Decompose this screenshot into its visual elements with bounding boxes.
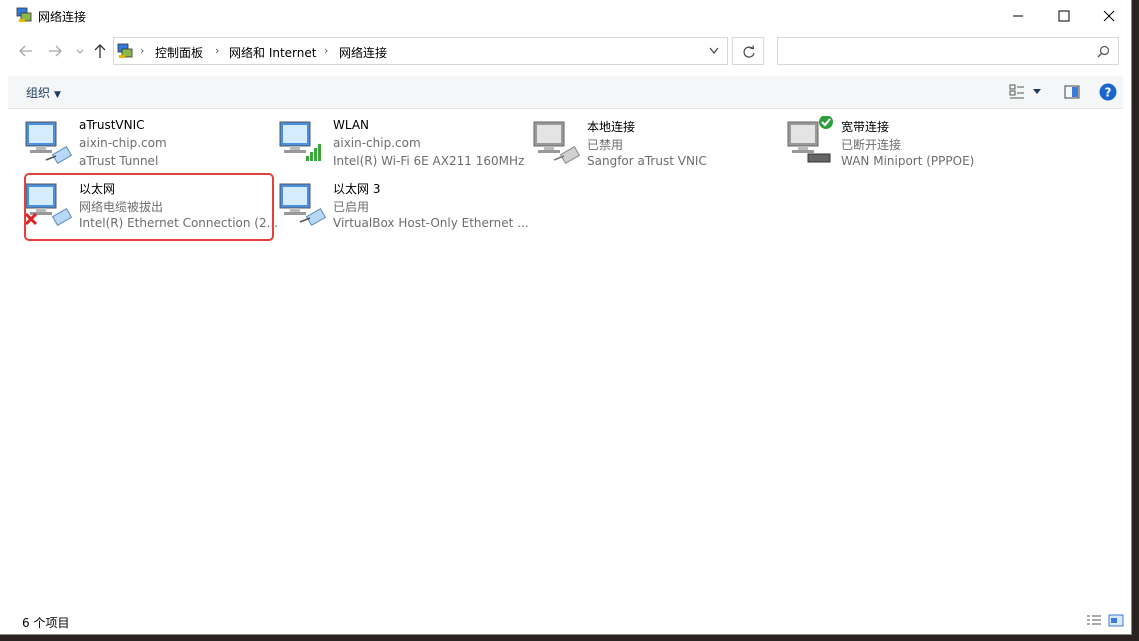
connection-item-wlan[interactable]: WLAN aixin-chip.com Intel(R) Wi-Fi 6E AX… (262, 108, 524, 168)
breadcrumb-separator[interactable]: › (324, 44, 328, 57)
item-count: 6 个项目 (22, 616, 70, 630)
connection-name: aTrustVNIC (79, 118, 145, 132)
arrow-right-icon (49, 45, 62, 57)
arrow-up-icon (94, 44, 106, 58)
network-adapter-icon (279, 183, 327, 226)
connection-name: 本地连接 (587, 120, 636, 134)
connection-device: Intel(R) Wi-Fi 6E AX211 160MHz (333, 154, 525, 168)
connection-status: aixin-chip.com (333, 136, 421, 150)
recent-locations-button[interactable] (75, 43, 87, 61)
wifi-adapter-icon (279, 121, 321, 161)
connection-device: aTrust Tunnel (79, 154, 159, 168)
refresh-button[interactable] (732, 37, 764, 65)
search-input[interactable] (784, 43, 1088, 59)
status-bar: 6 个项目 (0, 608, 1131, 634)
connection-status: 已断开连接 (841, 138, 902, 152)
connection-status: 已禁用 (587, 138, 624, 152)
network-adapter-icon (25, 121, 73, 164)
connection-device: WAN Miniport (PPPOE) (841, 154, 975, 168)
command-bar: 组织 ▼ ? (8, 76, 1123, 109)
address-bar[interactable]: › 控制面板 › 网络和 Internet › 网络连接 (113, 37, 728, 65)
maximize-button[interactable] (1041, 0, 1087, 31)
chevron-down-icon (76, 49, 84, 54)
connection-item-ethernet-3[interactable]: 以太网 3 已启用 VirtualBox Host-Only Ethernet … (262, 170, 529, 230)
view-options-dropdown-icon[interactable] (1032, 88, 1042, 96)
address-dropdown-icon[interactable] (708, 46, 720, 56)
close-button[interactable] (1086, 0, 1132, 31)
connection-item-atrustvnic[interactable]: aTrustVNIC aixin-chip.com aTrust Tunnel (8, 108, 260, 168)
connections-view: aTrustVNIC aixin-chip.com aTrust Tunnel … (8, 108, 1123, 608)
refresh-icon (743, 45, 755, 58)
connection-item-broadband[interactable]: 宽带连接 已断开连接 WAN Miniport (PPPOE) (770, 108, 1022, 168)
svg-text:?: ? (1105, 86, 1112, 100)
help-icon[interactable]: ? (1099, 83, 1117, 101)
connection-name: 以太网 3 (333, 182, 381, 196)
title-bar[interactable]: 网络连接 (0, 0, 1131, 31)
connection-item-local[interactable]: 本地连接 已禁用 Sangfor aTrust VNIC (516, 108, 768, 168)
organize-menu[interactable]: 组织 ▼ (26, 84, 61, 101)
change-view-icon[interactable] (1009, 84, 1025, 100)
explorer-window: 网络连接 › 控制面板 › 网络和 Internet › 网络连接 组织 ▼ ?… (0, 0, 1132, 635)
maximize-icon (1058, 10, 1070, 22)
connection-name: WLAN (333, 118, 370, 132)
navigation-bar: › 控制面板 › 网络和 Internet › 网络连接 (0, 35, 1131, 69)
breadcrumb-network-connections[interactable]: 网络连接 (339, 44, 387, 61)
connection-device: VirtualBox Host-Only Ethernet ... (333, 216, 529, 230)
connection-status: aixin-chip.com (79, 136, 167, 150)
connection-device: Sangfor aTrust VNIC (587, 154, 707, 168)
connection-status: 已启用 (333, 200, 370, 214)
forward-button[interactable] (47, 43, 67, 61)
search-icon (1097, 45, 1110, 58)
disabled-adapter-icon (533, 121, 581, 164)
caret-down-icon: ▼ (54, 90, 61, 100)
organize-label: 组织 (26, 86, 51, 100)
minimize-icon (1013, 15, 1023, 17)
details-view-icon[interactable] (1086, 614, 1102, 628)
control-panel-icon (117, 43, 133, 58)
breadcrumb-control-panel[interactable]: 控制面板 (155, 44, 203, 61)
preview-pane-icon[interactable] (1064, 84, 1080, 100)
up-button[interactable] (92, 43, 112, 61)
minimize-button[interactable] (995, 0, 1041, 31)
network-connections-icon (16, 7, 32, 22)
broadband-adapter-icon (787, 116, 833, 163)
back-button[interactable] (18, 43, 38, 61)
breadcrumb-separator[interactable]: › (140, 44, 144, 57)
search-box[interactable] (777, 37, 1119, 65)
breadcrumb-separator[interactable]: › (215, 44, 219, 57)
close-icon (1103, 10, 1115, 22)
breadcrumb-network-internet[interactable]: 网络和 Internet (229, 44, 316, 61)
highlight-annotation (24, 173, 274, 241)
connection-name: 宽带连接 (841, 120, 890, 134)
arrow-left-icon (19, 45, 32, 57)
window-title: 网络连接 (38, 10, 87, 24)
large-icons-view-icon[interactable] (1108, 614, 1124, 628)
